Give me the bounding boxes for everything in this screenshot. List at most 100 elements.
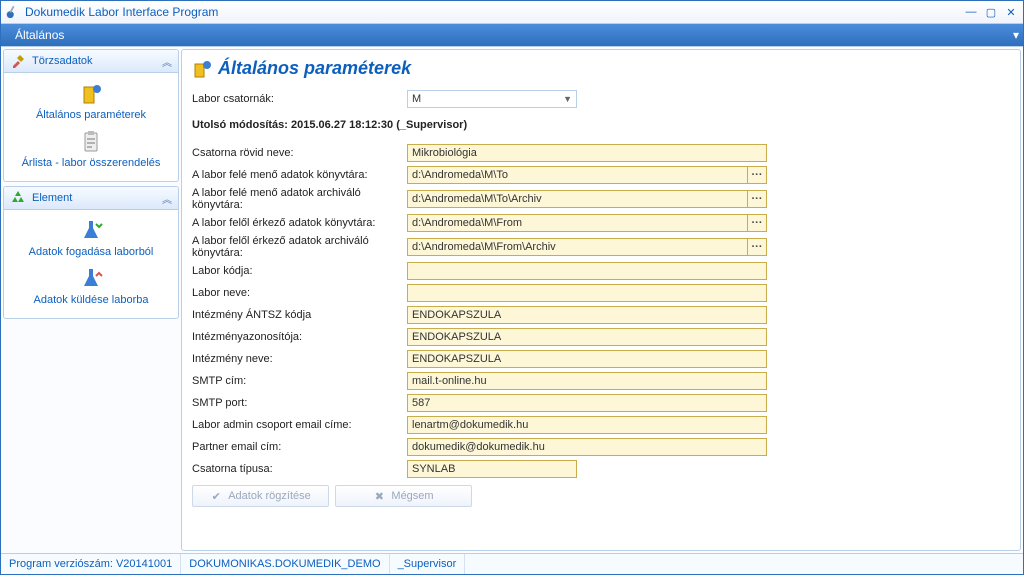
row-from-dir: A labor felől érkező adatok könyvtára: d… <box>192 213 1010 233</box>
sidebar-item-pricelist-mapping[interactable]: Árlista - labor összerendelés <box>22 129 161 169</box>
sidebar-item-label: Adatok küldése laborba <box>34 294 149 306</box>
sidebar-group-header[interactable]: Törzsadatok ︽ <box>4 50 178 73</box>
check-icon: ✔ <box>210 490 222 502</box>
sidebar-group-title: Element <box>32 192 72 204</box>
button-bar: ✔ Adatok rögzítése ✖ Mégsem <box>192 485 1010 507</box>
cancel-button[interactable]: ✖ Mégsem <box>335 485 472 507</box>
save-button[interactable]: ✔ Adatok rögzítése <box>192 485 329 507</box>
menubar: Általános ▾ <box>1 24 1023 46</box>
row-admin-email: Labor admin csoport email címe: <box>192 415 1010 435</box>
field-label: A labor felől érkező adatok archiváló kö… <box>192 235 407 259</box>
row-channel-select: Labor csatornák: M ▼ <box>192 89 1010 109</box>
row-inst-id: Intézményazonosítója: <box>192 327 1010 347</box>
browse-button[interactable]: ··· <box>747 239 766 255</box>
field-label: Intézmény neve: <box>192 353 407 365</box>
flask-up-icon <box>78 266 104 292</box>
field-label: Labor neve: <box>192 287 407 299</box>
row-to-archive-dir: A labor felé menő adatok archiváló könyv… <box>192 187 1010 211</box>
row-to-dir: A labor felé menő adatok könyvtára: d:\A… <box>192 165 1010 185</box>
lab-code-input[interactable] <box>407 262 767 280</box>
from-archive-dir-input[interactable]: d:\Andromeda\M\From\Archiv <box>408 241 747 253</box>
row-inst-name: Intézmény neve: <box>192 349 1010 369</box>
sidebar-item-label: Árlista - labor összerendelés <box>22 157 161 169</box>
status-version: Program verziószám: V20141001 <box>1 554 181 574</box>
browse-button[interactable]: ··· <box>747 191 766 207</box>
channel-combobox[interactable]: M ▼ <box>407 90 577 108</box>
inst-name-input[interactable] <box>407 350 767 368</box>
field-label: Labor admin csoport email címe: <box>192 419 407 431</box>
app-window: Dokumedik Labor Interface Program — ▢ ✕ … <box>0 0 1024 575</box>
to-dir-input[interactable]: d:\Andromeda\M\To <box>408 169 747 181</box>
admin-email-input[interactable] <box>407 416 767 434</box>
content-panel: Általános paraméterek Labor csatornák: M… <box>181 49 1021 551</box>
app-icon <box>5 5 19 19</box>
row-lab-name: Labor neve: <box>192 283 1010 303</box>
sidebar-item-receive-from-lab[interactable]: Adatok fogadása laborból <box>29 218 154 258</box>
channel-label: Labor csatornák: <box>192 93 407 105</box>
sidebar-item-send-to-lab[interactable]: Adatok küldése laborba <box>34 266 149 306</box>
field-label: SMTP cím: <box>192 375 407 387</box>
page-title-row: Általános paraméterek <box>192 58 1010 79</box>
from-dir-input[interactable]: d:\Andromeda\M\From <box>408 217 747 229</box>
row-partner-email: Partner email cím: <box>192 437 1010 457</box>
partner-email-input[interactable] <box>407 438 767 456</box>
field-label: Csatorna típusa: <box>192 463 407 475</box>
body: Törzsadatok ︽ Általános paraméterek <box>1 46 1023 553</box>
last-modified: Utolsó módosítás: 2015.06.27 18:12:30 (_… <box>192 119 1010 131</box>
sidebar-group-title: Törzsadatok <box>32 55 93 67</box>
save-button-label: Adatok rögzítése <box>228 490 311 502</box>
status-db: DOKUMONIKAS.DOKUMEDIK_DEMO <box>181 554 389 574</box>
sidebar-group-master-data: Törzsadatok ︽ Általános paraméterek <box>3 49 179 182</box>
browse-button[interactable]: ··· <box>747 215 766 231</box>
sidebar-item-label: Adatok fogadása laborból <box>29 246 154 258</box>
sidebar-group-header[interactable]: Element ︽ <box>4 187 178 210</box>
sidebar-group-element: Element ︽ Adatok fogadása laborból <box>3 186 179 319</box>
minimize-button[interactable]: — <box>963 5 979 19</box>
chevron-up-icon: ︽ <box>162 191 172 206</box>
clipboard-icon <box>78 129 104 155</box>
building-gear-icon <box>192 59 212 79</box>
field-label: Partner email cím: <box>192 441 407 453</box>
menubar-overflow-icon[interactable]: ▾ <box>1013 28 1019 42</box>
channel-type-input[interactable] <box>407 460 577 478</box>
field-label: A labor felé menő adatok könyvtára: <box>192 169 407 181</box>
lab-name-input[interactable] <box>407 284 767 302</box>
row-smtp-host: SMTP cím: <box>192 371 1010 391</box>
channel-value: M <box>412 93 421 105</box>
row-from-archive-dir: A labor felől érkező adatok archiváló kö… <box>192 235 1010 259</box>
antsz-input[interactable] <box>407 306 767 324</box>
row-short-name: Csatorna rövid neve: <box>192 143 1010 163</box>
field-label: Intézményazonosítója: <box>192 331 407 343</box>
row-smtp-port: SMTP port: <box>192 393 1010 413</box>
page-title: Általános paraméterek <box>218 58 411 79</box>
sidebar: Törzsadatok ︽ Általános paraméterek <box>1 47 181 553</box>
field-label: A labor felé menő adatok archiváló könyv… <box>192 187 407 211</box>
field-label: A labor felől érkező adatok könyvtára: <box>192 217 407 229</box>
row-lab-code: Labor kódja: <box>192 261 1010 281</box>
statusbar: Program verziószám: V20141001 DOKUMONIKA… <box>1 553 1023 574</box>
chevron-down-icon: ▼ <box>563 94 572 104</box>
short-name-input[interactable] <box>407 144 767 162</box>
sidebar-item-label: Általános paraméterek <box>36 109 146 121</box>
building-gear-icon <box>78 81 104 107</box>
field-label: Csatorna rövid neve: <box>192 147 407 159</box>
titlebar: Dokumedik Labor Interface Program — ▢ ✕ <box>1 1 1023 24</box>
chevron-up-icon: ︽ <box>162 54 172 69</box>
browse-button[interactable]: ··· <box>747 167 766 183</box>
inst-id-input[interactable] <box>407 328 767 346</box>
status-user: _Supervisor <box>390 554 466 574</box>
close-button[interactable]: ✕ <box>1003 5 1019 19</box>
cancel-button-label: Mégsem <box>391 490 433 502</box>
sidebar-item-general-params[interactable]: Általános paraméterek <box>36 81 146 121</box>
row-channel-type: Csatorna típusa: <box>192 459 1010 479</box>
cross-icon: ✖ <box>373 490 385 502</box>
field-label: Intézmény ÁNTSZ kódja <box>192 309 407 321</box>
flask-down-icon <box>78 218 104 244</box>
to-archive-dir-input[interactable]: d:\Andromeda\M\To\Archiv <box>408 193 747 205</box>
smtp-port-input[interactable] <box>407 394 767 412</box>
smtp-host-input[interactable] <box>407 372 767 390</box>
menu-general[interactable]: Általános <box>9 26 70 44</box>
row-antsz: Intézmény ÁNTSZ kódja <box>192 305 1010 325</box>
window-title: Dokumedik Labor Interface Program <box>25 5 218 19</box>
maximize-button[interactable]: ▢ <box>983 5 999 19</box>
